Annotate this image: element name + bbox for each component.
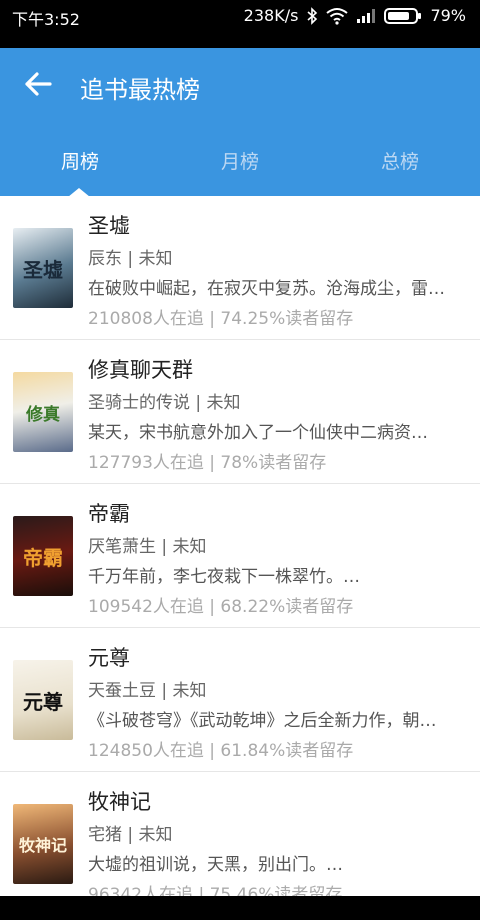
book-stats: 109542人在追 | 68.22%读者留存 [88,597,354,617]
book-description: 千万年前，李七夜栽下一株翠竹。… [88,567,360,587]
book-description: 《斗破苍穹》《武动乾坤》之后全新力作，朝… [88,711,437,731]
page-title: 追书最热榜 [80,76,200,104]
book-cover: 元尊 [13,660,73,740]
cover-title-art: 牧神记 [18,836,67,855]
book-stats: 96342人在追 | 75.46%读者留存 [88,885,343,896]
book-author: 天蚕土豆 | 未知 [88,681,207,701]
tab-overall[interactable]: 总榜 [320,142,480,184]
book-title: 圣墟 [88,214,130,238]
book-title: 帝霸 [88,502,130,526]
tab-monthly[interactable]: 月榜 [160,142,320,184]
book-title: 修真聊天群 [88,358,193,382]
cover-title-art: 圣墟 [23,257,63,282]
bluetooth-icon [306,6,318,25]
book-item[interactable]: 修真 修真聊天群 圣骑士的传说 | 未知 某天，宋书航意外加入了一个仙侠中二病资… [0,340,480,484]
app-header: 追书最热榜 周榜 月榜 总榜 [0,48,480,197]
battery-icon [384,7,422,25]
book-author: 圣骑士的传说 | 未知 [88,393,241,413]
book-item[interactable]: 帝霸 帝霸 厌笔萧生 | 未知 千万年前，李七夜栽下一株翠竹。… 109542人… [0,484,480,628]
book-title: 牧神记 [88,790,151,814]
battery-level: 79% [430,6,466,25]
arrow-left-icon [24,71,52,101]
status-bar: 下午3:52 238K/s 79% [0,0,480,48]
book-description: 大墟的祖训说，天黑，别出门。… [88,855,343,875]
book-cover: 帝霸 [13,516,73,596]
book-item[interactable]: 元尊 元尊 天蚕土豆 | 未知 《斗破苍穹》《武动乾坤》之后全新力作，朝… 12… [0,628,480,772]
book-list: 圣墟 圣墟 辰东 | 未知 在破败中崛起，在寂灭中复苏。沧海成尘，雷… 2108… [0,196,480,896]
cover-title-art: 修真 [26,404,60,425]
status-time: 下午3:52 [12,10,80,29]
book-author: 宅猪 | 未知 [88,825,173,845]
book-cover: 牧神记 [13,804,73,884]
book-author: 厌笔萧生 | 未知 [88,537,207,557]
book-item[interactable]: 牧神记 牧神记 宅猪 | 未知 大墟的祖训说，天黑，别出门。… 96342人在追… [0,772,480,896]
book-cover: 圣墟 [13,228,73,308]
cover-title-art: 帝霸 [23,545,63,570]
book-description: 在破败中崛起，在寂灭中复苏。沧海成尘，雷… [88,279,445,299]
cover-title-art: 元尊 [23,689,63,714]
book-stats: 124850人在追 | 61.84%读者留存 [88,741,354,761]
book-title: 元尊 [88,646,130,670]
tab-bar: 周榜 月榜 总榜 [0,142,480,184]
book-stats: 127793人在追 | 78%读者留存 [88,453,327,473]
status-right: 238K/s 79% [244,6,466,25]
wifi-icon [326,7,349,25]
tab-weekly[interactable]: 周榜 [0,142,160,184]
book-description: 某天，宋书航意外加入了一个仙侠中二病资… [88,423,428,443]
book-cover: 修真 [13,372,73,452]
book-item[interactable]: 圣墟 圣墟 辰东 | 未知 在破败中崛起，在寂灭中复苏。沧海成尘，雷… 2108… [0,196,480,340]
net-speed: 238K/s [243,6,299,25]
book-author: 辰东 | 未知 [88,249,173,269]
signal-icon [356,8,376,24]
book-stats: 210808人在追 | 74.25%读者留存 [88,309,354,329]
back-button[interactable] [18,70,58,102]
